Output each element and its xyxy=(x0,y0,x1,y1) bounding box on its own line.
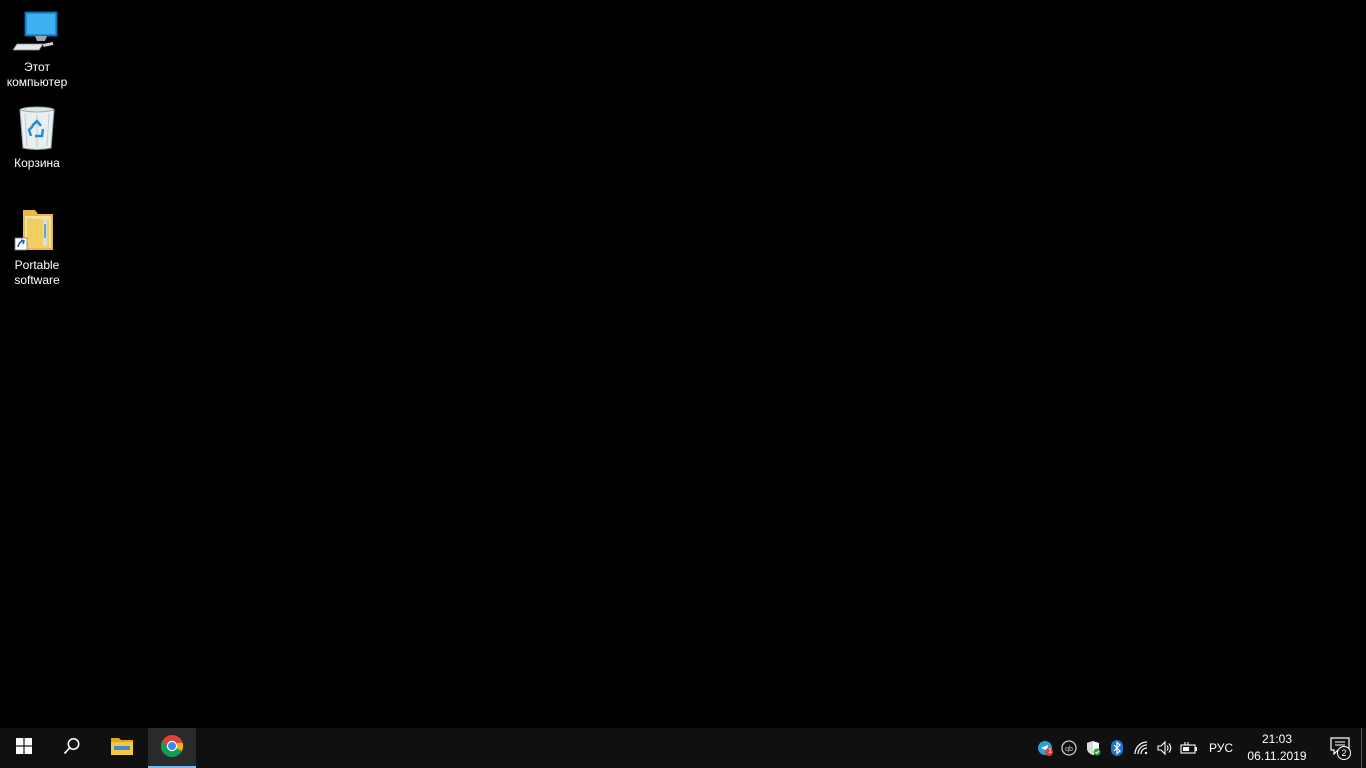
svg-text:qb: qb xyxy=(1065,746,1073,753)
desktop-icon-label: Корзина xyxy=(14,156,60,170)
taskbar: 1 qb РУС 21:03 06.11.2019 2 xyxy=(0,728,1366,768)
windows-security-icon[interactable] xyxy=(1081,728,1105,768)
file-explorer-icon xyxy=(110,736,134,761)
computer-icon xyxy=(13,8,61,56)
clock-date: 06.11.2019 xyxy=(1247,749,1307,763)
desktop-icon-portable-software[interactable]: Portable software xyxy=(2,206,72,288)
folder-shortcut-icon xyxy=(13,206,61,254)
desktop[interactable]: Этот компьютер Корзина Portable software xyxy=(0,0,1366,728)
taskbar-file-explorer[interactable] xyxy=(98,728,146,768)
wifi-icon[interactable] xyxy=(1129,728,1153,768)
desktop-icon-this-pc[interactable]: Этот компьютер xyxy=(2,8,72,90)
volume-icon[interactable] xyxy=(1153,728,1177,768)
clock[interactable]: 21:03 06.11.2019 xyxy=(1241,728,1313,768)
taskbar-google-chrome[interactable] xyxy=(148,728,196,768)
chrome-icon xyxy=(160,734,184,763)
desktop-icon-label: Portable software xyxy=(14,258,60,287)
battery-icon[interactable] xyxy=(1177,728,1201,768)
desktop-icon-label: Этот компьютер xyxy=(6,60,68,89)
taskbar-pinned-apps xyxy=(98,728,198,768)
telegram-badge: 1 xyxy=(1048,748,1052,755)
system-tray: 1 qb РУС 21:03 06.11.2019 2 xyxy=(1033,728,1366,768)
windows-logo-icon xyxy=(16,737,32,759)
qbittorrent-icon[interactable]: qb xyxy=(1057,728,1081,768)
search-icon xyxy=(63,737,81,760)
telegram-icon[interactable]: 1 xyxy=(1033,728,1057,768)
desktop-icon-recycle-bin[interactable]: Корзина xyxy=(2,104,72,171)
search-button[interactable] xyxy=(48,728,96,768)
recycle-bin-icon xyxy=(13,104,61,152)
bluetooth-icon[interactable] xyxy=(1105,728,1129,768)
notification-count-badge: 2 xyxy=(1337,746,1351,760)
show-desktop-button[interactable] xyxy=(1361,728,1366,768)
action-center-button[interactable]: 2 xyxy=(1319,728,1361,768)
clock-time: 21:03 xyxy=(1261,732,1293,746)
start-button[interactable] xyxy=(0,728,48,768)
language-indicator[interactable]: РУС xyxy=(1201,728,1241,768)
